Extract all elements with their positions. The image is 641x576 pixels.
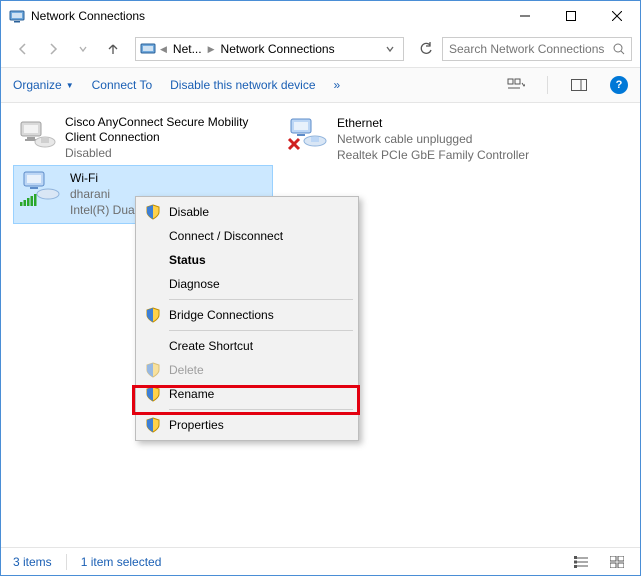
adapter-cisco[interactable]: Cisco AnyConnect Secure Mobility Client … xyxy=(13,111,273,165)
breadcrumb-item[interactable]: Net... xyxy=(171,42,204,56)
shield-icon xyxy=(145,307,161,323)
view-options-button[interactable] xyxy=(503,74,529,96)
ctx-diagnose[interactable]: Diagnose xyxy=(139,272,355,296)
chevron-left-icon: ◀ xyxy=(160,44,167,55)
adapter-wifi-icon xyxy=(18,170,62,210)
organize-menu[interactable]: Organize▼ xyxy=(13,78,74,92)
ctx-status[interactable]: Status xyxy=(139,248,355,272)
window-title: Network Connections xyxy=(31,9,502,23)
search-box[interactable] xyxy=(442,37,632,61)
shield-icon xyxy=(145,204,161,220)
adapter-unplugged-icon xyxy=(285,115,329,155)
ctx-properties[interactable]: Properties xyxy=(139,413,355,437)
forward-button[interactable] xyxy=(39,35,67,63)
chevron-down-icon: ▼ xyxy=(66,81,74,90)
address-icon xyxy=(140,41,156,57)
divider xyxy=(66,554,67,570)
address-dropdown[interactable] xyxy=(381,44,399,54)
command-bar: Organize▼ Connect To Disable this networ… xyxy=(1,67,640,103)
adapter-disabled-icon xyxy=(17,115,57,155)
back-button[interactable] xyxy=(9,35,37,63)
adapter-name: Ethernet xyxy=(337,115,529,131)
selection-count: 1 item selected xyxy=(81,555,162,569)
item-count: 3 items xyxy=(13,555,52,569)
titlebar: Network Connections xyxy=(1,1,640,31)
shield-icon xyxy=(145,362,161,378)
ctx-disable[interactable]: Disable xyxy=(139,200,355,224)
close-button[interactable] xyxy=(594,1,640,31)
separator xyxy=(169,409,353,410)
search-input[interactable] xyxy=(449,42,613,56)
up-button[interactable] xyxy=(99,35,127,63)
adapter-name: Wi-Fi xyxy=(70,170,135,186)
separator xyxy=(169,330,353,331)
status-bar: 3 items 1 item selected xyxy=(1,547,640,575)
minimize-button[interactable] xyxy=(502,1,548,31)
breadcrumb-item[interactable]: Network Connections xyxy=(219,42,337,56)
ctx-connect[interactable]: Connect / Disconnect xyxy=(139,224,355,248)
adapter-ethernet[interactable]: Ethernet Network cable unplugged Realtek… xyxy=(281,111,561,168)
details-view-button[interactable] xyxy=(570,553,592,571)
recent-dropdown[interactable] xyxy=(69,35,97,63)
preview-pane-button[interactable] xyxy=(566,74,592,96)
ctx-delete: Delete xyxy=(139,358,355,382)
chevron-right-icon: ▶ xyxy=(208,44,215,55)
separator xyxy=(169,299,353,300)
divider xyxy=(547,76,548,94)
ctx-bridge[interactable]: Bridge Connections xyxy=(139,303,355,327)
shield-icon xyxy=(145,386,161,402)
adapter-status: Network cable unplugged xyxy=(337,131,529,147)
address-bar[interactable]: ◀ Net... ▶ Network Connections xyxy=(135,37,404,61)
shield-icon xyxy=(145,417,161,433)
connect-to-button[interactable]: Connect To xyxy=(92,78,153,92)
ctx-rename[interactable]: Rename xyxy=(139,382,355,406)
help-button[interactable]: ? xyxy=(610,76,628,94)
context-menu: Disable Connect / Disconnect Status Diag… xyxy=(135,196,359,441)
adapter-device: Realtek PCIe GbE Family Controller xyxy=(337,147,529,163)
navbar: ◀ Net... ▶ Network Connections xyxy=(1,31,640,67)
disable-device-button[interactable]: Disable this network device xyxy=(170,78,315,92)
large-icons-view-button[interactable] xyxy=(606,553,628,571)
adapter-status: Disabled xyxy=(65,145,269,161)
adapter-network: dharani xyxy=(70,186,135,202)
adapter-name: Cisco AnyConnect Secure Mobility Client … xyxy=(65,115,269,145)
adapter-device: Intel(R) Dua xyxy=(70,202,135,218)
search-icon[interactable] xyxy=(613,43,625,55)
app-icon xyxy=(9,8,25,24)
refresh-button[interactable] xyxy=(412,37,440,61)
more-commands[interactable]: » xyxy=(334,78,341,92)
ctx-shortcut[interactable]: Create Shortcut xyxy=(139,334,355,358)
maximize-button[interactable] xyxy=(548,1,594,31)
